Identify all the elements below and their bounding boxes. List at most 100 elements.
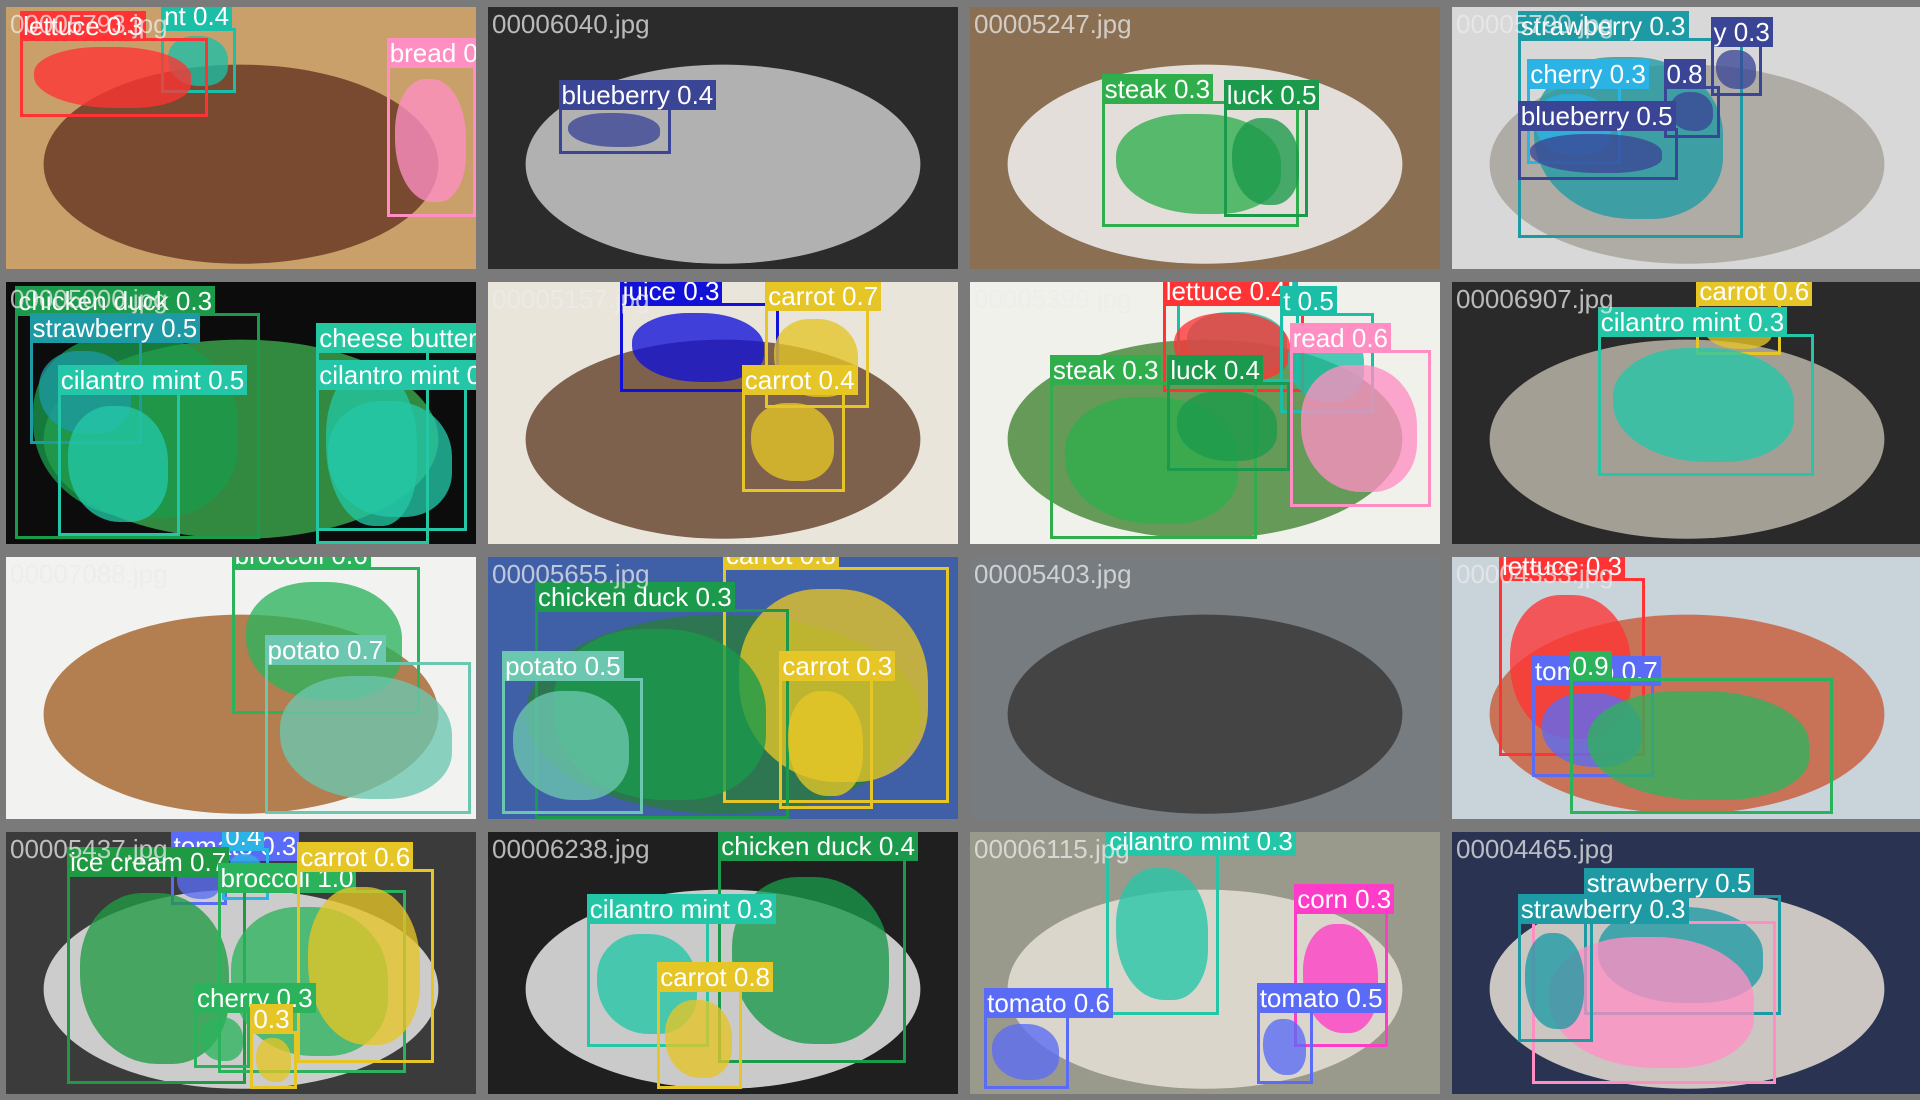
detection-label: strawberry 0.3 xyxy=(1517,894,1689,925)
detection-label: t 0.5 xyxy=(1280,286,1337,317)
segmentation-mask xyxy=(34,47,191,109)
detection-box-cilantro[interactable]: cilantro mint 0.5 xyxy=(57,365,248,537)
detection-box-blueberry[interactable]: blueberry 0.5 xyxy=(1517,100,1678,180)
segmentation-mask xyxy=(67,406,168,523)
image-filename: 00006040.jpg xyxy=(492,9,650,39)
detection-box-carrot[interactable]: carrot 0.3 xyxy=(779,650,896,809)
result-tile[interactable]: 00004333.jpglettuce 0.3tomato 0.70.9 xyxy=(1452,557,1920,819)
result-tile[interactable]: 00006907.jpg carrot 0.6 cilantro mint 0.3 xyxy=(1452,282,1920,544)
segmentation-mask xyxy=(327,400,453,517)
detection-label: potato 0.7 xyxy=(264,634,387,665)
result-tile[interactable]: 00005247.jpg steak 0.3 luck 0.5 xyxy=(970,7,1440,269)
food-photo xyxy=(970,557,1440,819)
detection-label: bread 0.5 xyxy=(386,37,476,68)
image-filename: 00004465.jpg xyxy=(1456,834,1614,864)
image-filename: 00004333.jpg xyxy=(1456,559,1614,589)
result-tile[interactable]: 00005655.jpgcarrot 0.8chicken duck 0.3po… xyxy=(488,557,958,819)
segmentation-mask xyxy=(1716,50,1756,90)
segmentation-mask xyxy=(394,79,467,202)
result-tile[interactable]: 00005157.jpg juice 0.3 carrot 0.7 carrot 0.… xyxy=(488,282,958,544)
detection-label: carrot 0.7 xyxy=(765,282,882,312)
segmentation-mask xyxy=(1300,365,1417,493)
detection-box-cilantro[interactable]: cilantro mint 0.4 xyxy=(316,359,476,531)
detection-label: tomato 0.6 xyxy=(984,988,1113,1019)
detection-box-carrot[interactable]: 0.3 xyxy=(250,1004,298,1089)
segmentation-mask xyxy=(1587,690,1810,801)
detection-box-strawberry[interactable]: strawberry 0.3 xyxy=(1517,894,1689,1042)
detection-box-chicken-duck[interactable]: chicken duck 0.4 xyxy=(718,832,918,1063)
detection-label: cilantro mint 0.3 xyxy=(1597,307,1788,338)
detection-box-tomato[interactable]: tomato 0.5 xyxy=(1256,983,1386,1084)
detection-box-blueberry[interactable]: blueberry 0.4 xyxy=(558,79,717,154)
detection-label: 0.8 xyxy=(1663,58,1706,89)
segmentation-mask xyxy=(664,999,733,1079)
detection-label: cherry 0.3 xyxy=(1527,58,1649,89)
detection-label: 0.9 xyxy=(1569,650,1612,681)
segmentation-mask xyxy=(1177,391,1278,461)
detection-box-broccoli[interactable]: 0.9 xyxy=(1569,650,1833,814)
detection-box-cilantro[interactable]: cilantro mint 0.3 xyxy=(1597,307,1814,476)
detection-box-tomato[interactable]: tomato 0.6 xyxy=(984,988,1113,1089)
segmentation-mask xyxy=(1231,117,1300,206)
detection-label: luck 0.4 xyxy=(1167,354,1263,385)
result-tile[interactable]: 00004465.jpgstrawberry 0.5bread 0.5straw… xyxy=(1452,832,1920,1094)
detection-label: carrot 0.6 xyxy=(1696,282,1813,306)
detection-label: cilantro mint 0.3 xyxy=(1106,832,1296,856)
detection-box-carrot[interactable]: carrot 0.4 xyxy=(741,365,858,492)
detection-label: corn 0.3 xyxy=(1294,883,1395,914)
segmentation-mask xyxy=(1262,1018,1307,1076)
result-tile[interactable]: 00006115.jpg cilantro mint 0.3 corn 0.3 tom… xyxy=(970,832,1440,1094)
detection-label: strawberry 0.5 xyxy=(29,312,201,343)
segmentation-mask xyxy=(750,402,835,482)
detection-box-carrot[interactable]: carrot 0.6 xyxy=(297,841,434,1063)
segmentation-mask xyxy=(200,1017,244,1061)
result-tile[interactable]: 00007088.jpg broccoli 0.6 potato 0.7 xyxy=(6,557,476,819)
result-tile[interactable]: 00005437.jpgtomato 0.30.4ice cream 0.7br… xyxy=(6,832,476,1094)
detection-label: steak 0.3 xyxy=(1101,74,1214,105)
detection-box-duck[interactable]: luck 0.5 xyxy=(1223,79,1320,217)
segmentation-mask xyxy=(991,1023,1060,1081)
detection-label: blueberry 0.4 xyxy=(558,79,717,110)
image-filename: 00006238.jpg xyxy=(492,834,650,864)
detection-label: tomato 0.5 xyxy=(1256,983,1386,1014)
segmentation-mask xyxy=(279,676,453,800)
detection-label: lettuce 0.4 xyxy=(1162,282,1289,306)
image-filename: 00005793.jpg xyxy=(10,9,168,39)
detection-label: blueberry 0.5 xyxy=(1517,100,1676,131)
segmentation-mask xyxy=(1115,868,1208,1000)
detection-box-cilantro[interactable]: cilantro mint 0.3 xyxy=(1106,832,1296,1016)
detection-box-bread[interactable]: bread 0.5 xyxy=(386,37,476,217)
detection-label: nt 0.4 xyxy=(161,7,233,31)
detection-label: potato 0.5 xyxy=(502,650,624,681)
detection-box-carrot[interactable]: carrot 0.8 xyxy=(657,962,774,1089)
result-tile[interactable]: 00005793.jpgnt 0.4lettuce 0.3 bread 0.5 xyxy=(6,7,476,269)
result-tile[interactable]: 00006238.jpg chicken duck 0.4 cilantro min… xyxy=(488,832,958,1094)
result-tile[interactable]: 00005399.jpgpotato 0.4lettuce 0.4t 0.5re… xyxy=(970,282,1440,544)
result-tile[interactable]: 00005403.jpg xyxy=(970,557,1440,819)
image-filename: 00005403.jpg xyxy=(974,559,1132,589)
detection-box-bread[interactable]: read 0.6 xyxy=(1289,323,1431,508)
image-filename: 00005655.jpg xyxy=(492,559,650,589)
segmentation-mask xyxy=(787,690,864,796)
segmentation-mask xyxy=(1524,933,1585,1030)
detection-box-potato[interactable]: potato 0.7 xyxy=(264,634,472,814)
detection-label: carrot 0.4 xyxy=(741,365,858,396)
segmentation-mask xyxy=(308,886,421,1045)
image-filename: 00005157.jpg xyxy=(492,284,650,314)
result-tile[interactable]: 00005790.jpg strawberry 0.3 y 0.3 cherry 0.… xyxy=(1452,7,1920,269)
detection-label: cilantro mint 0.5 xyxy=(57,365,248,396)
detection-label: steak 0.3 xyxy=(1049,354,1162,385)
segmentation-mask xyxy=(1669,92,1713,132)
image-filename: 00005000.jpg xyxy=(10,284,168,314)
detection-box-duck[interactable]: luck 0.4 xyxy=(1167,354,1290,471)
image-filename: 00005247.jpg xyxy=(974,9,1132,39)
detection-label: broccoli 0.6 xyxy=(231,557,371,571)
detection-box-potato[interactable]: potato 0.5 xyxy=(502,650,644,814)
detection-box-broccoli[interactable]: cherry 0.3 xyxy=(194,983,316,1068)
detection-label: chicken duck 0.4 xyxy=(718,832,918,862)
segmentation-mask xyxy=(1530,134,1663,174)
result-tile[interactable]: 00006040.jpg blueberry 0.4 xyxy=(488,7,958,269)
detection-box-lettuce[interactable]: lettuce 0.3 xyxy=(20,11,209,118)
result-tile[interactable]: 00005000.jpg chicken duck 0.3 strawberry 0… xyxy=(6,282,476,544)
detection-label: cheese butter 0.4 xyxy=(316,323,476,354)
